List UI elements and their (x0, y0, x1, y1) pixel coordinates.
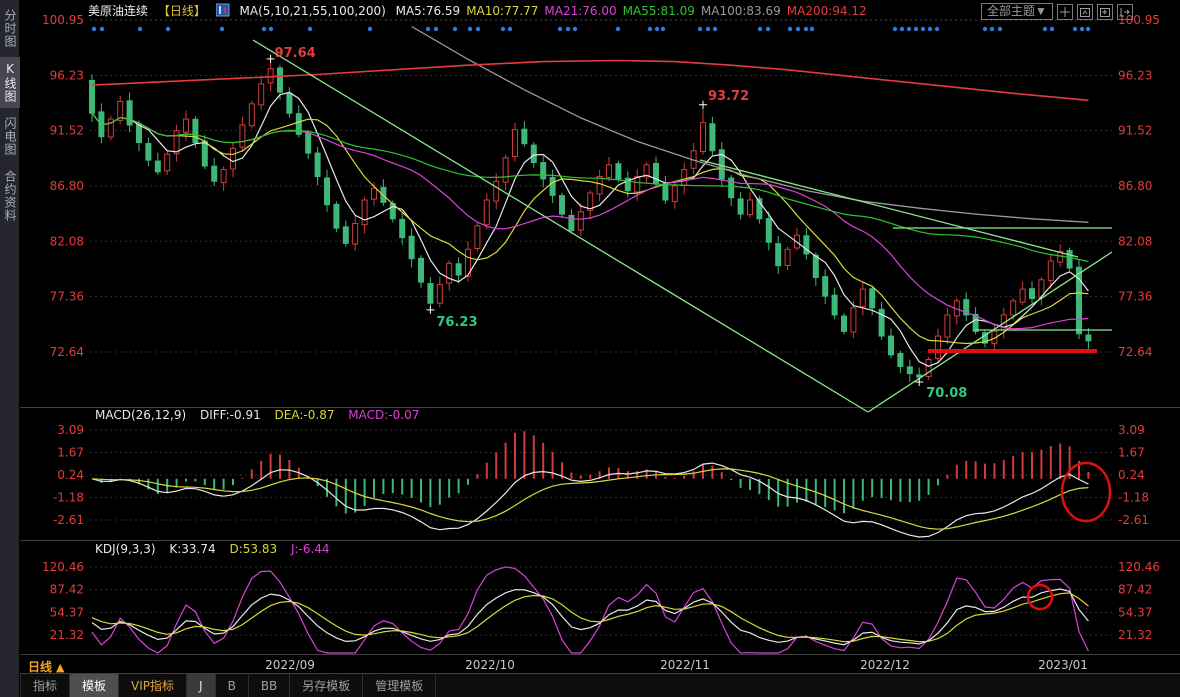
y-axis-label: 82.08 (1118, 234, 1152, 248)
x-axis-date: 2022/12 (860, 658, 910, 672)
y-axis-label: 72.64 (50, 345, 84, 359)
price-annotation: 70.08 (926, 386, 967, 401)
tab-模板[interactable]: 模板 (70, 674, 119, 697)
macd-dea: DEA:-0.87 (275, 408, 335, 422)
y-axis-label: 21.32 (1118, 628, 1152, 642)
j-line (92, 567, 1088, 653)
crosshair-icon[interactable] (1057, 4, 1073, 20)
x-axis-date: 2022/10 (465, 658, 515, 672)
macd-name: MACD(26,12,9) (95, 408, 186, 422)
y-axis-label: -2.61 (1118, 513, 1149, 527)
trading-app-window: 100.95100.9596.2396.2391.5291.5286.8086.… (0, 0, 1180, 697)
y-axis-label: 54.37 (50, 605, 84, 619)
kdj-d: D:53.83 (229, 542, 277, 556)
chart-canvas[interactable]: 100.95100.9596.2396.2391.5291.5286.8086.… (0, 0, 1180, 697)
y-axis-label: 87.42 (1118, 583, 1152, 597)
ma-value: MA10:77.77 (466, 4, 538, 18)
y-axis-label: 86.80 (1118, 179, 1152, 193)
y-axis-label: 87.42 (50, 583, 84, 597)
ma-group-label: MA(5,10,21,55,100,200) (240, 4, 386, 18)
kdj-k: K:33.74 (169, 542, 215, 556)
ma-value: MA5:76.59 (396, 4, 461, 18)
y-axis-label: 91.52 (50, 124, 84, 138)
x-axis-date: 2022/11 (660, 658, 710, 672)
signal-dots (92, 27, 1090, 31)
ma200-line (92, 61, 1088, 101)
period-tag: 【日线】 (158, 4, 206, 18)
kline-chart-icon (216, 3, 230, 17)
y-axis-label: 72.64 (1118, 345, 1152, 359)
y-axis-label: 77.36 (50, 290, 84, 304)
y-axis-label: -1.18 (1118, 490, 1149, 504)
candlesticks (90, 59, 1091, 382)
y-axis-label: 91.52 (1118, 124, 1152, 138)
diff-line (92, 463, 1088, 537)
y-axis-label: 120.46 (1118, 560, 1160, 574)
price-annotation: 97.64 (275, 46, 316, 61)
macd-histogram (92, 431, 1088, 513)
symbol-title: 美原油连续 (88, 4, 148, 18)
y-axis-label: 54.37 (1118, 605, 1152, 619)
macd-label-row: MACD(26,12,9) DIFF:-0.91 DEA:-0.87 MACD:… (95, 408, 429, 422)
ma-values: MA5:76.59 MA10:77.77 MA21:76.00 MA55:81.09 M… (396, 4, 873, 18)
anchor-cross (915, 378, 923, 386)
theme-dropdown-button[interactable]: 全部主题▼ (981, 3, 1053, 20)
y-axis-label: 96.23 (50, 68, 84, 82)
pane-right-icon[interactable] (1097, 4, 1113, 20)
y-axis-label: 3.09 (1118, 423, 1145, 437)
header-controls: 全部主题▼ (981, 3, 1133, 20)
price-annotation: 76.23 (436, 315, 477, 330)
tab-另存模板[interactable]: 另存模板 (290, 674, 363, 697)
y-axis-label: -2.61 (53, 513, 84, 527)
tab-VIP指标[interactable]: VIP指标 (119, 674, 187, 697)
period-label: 日线 (28, 660, 52, 674)
sidebar-item-合约资料[interactable]: 合约资料 (0, 165, 20, 227)
sidebar-item-闪电图[interactable]: 闪电图 (0, 112, 20, 161)
pane-up-icon[interactable] (1077, 4, 1093, 20)
y-axis-label: -1.18 (53, 490, 84, 504)
tab-BB[interactable]: BB (249, 674, 290, 697)
y-axis-label: 3.09 (57, 423, 84, 437)
y-axis-label: 86.80 (50, 179, 84, 193)
anchor-cross (267, 55, 275, 63)
k-line (92, 589, 1088, 645)
y-axis-label: 77.36 (1118, 290, 1152, 304)
kdj-j: J:-6.44 (291, 542, 330, 556)
y-axis-label: 1.67 (57, 445, 84, 459)
chart-header: 美原油连续 【日线】 MA(5,10,21,55,100,200) MA5:76… (88, 0, 879, 22)
price-annotation: 93.72 (708, 89, 749, 104)
ma-value: MA100:83.69 (701, 4, 781, 18)
kdj-label-row: KDJ(9,3,3) K:33.74 D:53.83 J:-6.44 (95, 542, 340, 556)
sidebar: 分时图 K线图闪电图合约资料 (0, 0, 20, 697)
y-axis-label: 1.67 (1118, 445, 1145, 459)
ma-value: MA55:81.09 (623, 4, 695, 18)
y-axis-label: 82.08 (50, 234, 84, 248)
trendline (253, 40, 868, 412)
ma-value: MA21:76.00 (544, 4, 616, 18)
y-axis-label: 0.24 (1118, 468, 1145, 482)
trendline (868, 252, 1112, 412)
y-axis-label: 21.32 (50, 628, 84, 642)
y-axis-label: 96.23 (1118, 68, 1152, 82)
tab-指标[interactable]: 指标 (20, 674, 70, 697)
tab-管理模板[interactable]: 管理模板 (363, 674, 436, 697)
anchor-cross (426, 306, 434, 314)
bottom-tabs: 指标模板VIP指标JBBB另存模板管理模板 (20, 673, 1180, 697)
y-axis-label: 120.46 (42, 560, 84, 574)
y-axis-label: 100.95 (42, 13, 84, 27)
tab-B[interactable]: B (216, 674, 249, 697)
tab-J[interactable]: J (187, 674, 216, 697)
anchor-cross (699, 101, 707, 109)
y-axis-label: 0.24 (57, 468, 84, 482)
highlight-circle (1062, 463, 1110, 521)
x-axis-date: 2023/01 (1038, 658, 1088, 672)
sidebar-item-K线图[interactable]: K线图 (0, 57, 20, 108)
macd-diff: DIFF:-0.91 (200, 408, 261, 422)
sidebar-item-分时图[interactable]: 分时图 (0, 4, 20, 53)
exit-icon[interactable] (1117, 4, 1133, 20)
kdj-name: KDJ(9,3,3) (95, 542, 156, 556)
ma-value: MA200:94.12 (787, 4, 867, 18)
x-axis-date: 2022/09 (265, 658, 315, 672)
macd-value: MACD:-0.07 (348, 408, 419, 422)
